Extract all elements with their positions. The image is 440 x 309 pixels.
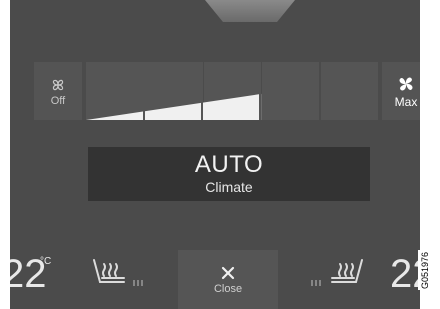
fan-max-button[interactable]: Max	[382, 62, 420, 120]
seat-heat-left-button[interactable]	[90, 256, 150, 295]
temperature-right[interactable]: 22	[390, 252, 420, 296]
fan-segment[interactable]	[203, 62, 261, 120]
fan-segment[interactable]	[86, 62, 143, 120]
fan-off-button[interactable]: Off	[34, 62, 82, 120]
climate-screen: Off Max AUTO Climate 22 °C Close 2	[10, 0, 420, 309]
fan-max-icon	[399, 77, 413, 90]
fan-segment[interactable]	[144, 62, 202, 120]
fan-off-label: Off	[50, 94, 66, 107]
fan-control: Off Max	[34, 62, 420, 120]
auto-title: AUTO	[194, 151, 264, 178]
temperature-unit: °C	[40, 256, 52, 267]
fan-max-label: Max	[394, 94, 418, 109]
auto-subtitle: Climate	[205, 179, 253, 195]
fan-off-icon	[52, 79, 64, 90]
seat-heat-right-button[interactable]	[306, 256, 366, 295]
figure-id: G051976	[418, 250, 432, 290]
seat-heat-icon	[311, 259, 363, 286]
close-icon	[221, 266, 235, 279]
close-label: Close	[213, 282, 243, 295]
top-handle[interactable]	[205, 0, 295, 22]
close-button[interactable]: Close	[178, 250, 278, 309]
auto-climate-button[interactable]: AUTO Climate	[88, 147, 370, 201]
bottom-bar: 22 °C Close 2	[10, 250, 420, 309]
seat-heat-icon	[93, 259, 143, 286]
fan-segment[interactable]	[262, 62, 320, 120]
fan-speed-slider[interactable]	[86, 62, 378, 120]
fan-segment[interactable]	[321, 62, 378, 120]
